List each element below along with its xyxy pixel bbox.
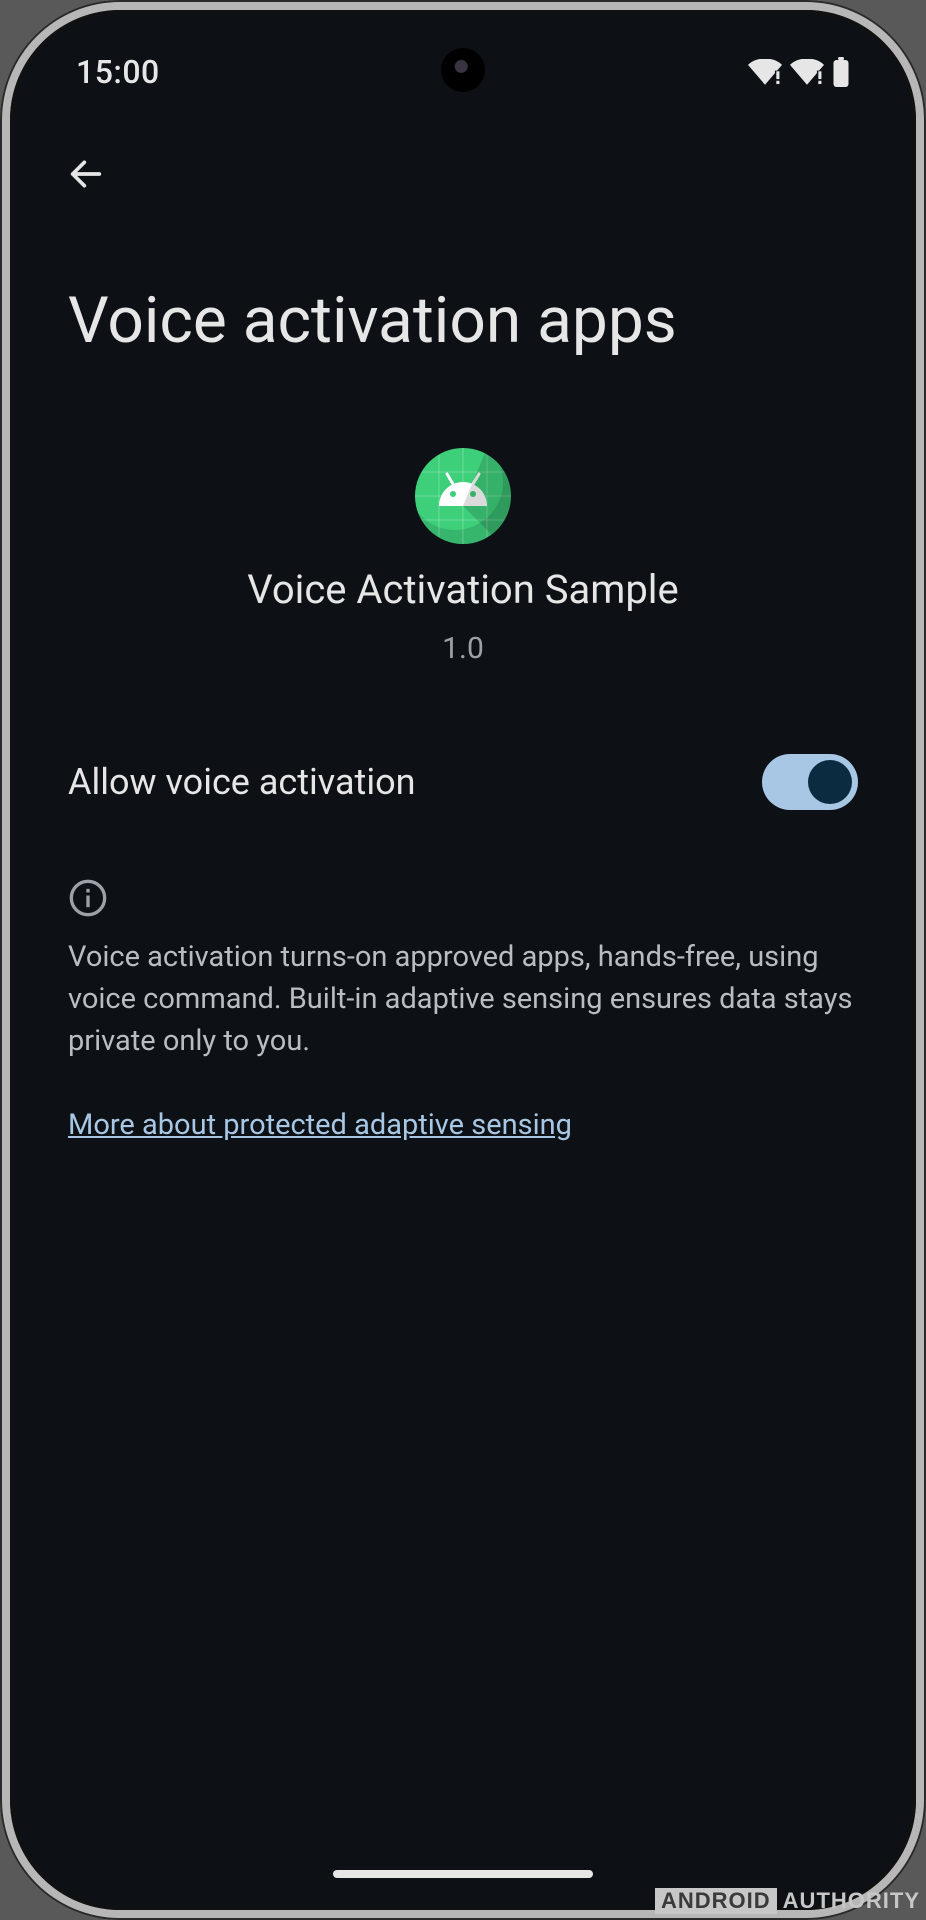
app-icon	[415, 448, 511, 544]
android-icon	[415, 448, 511, 544]
toggle-thumb	[808, 760, 852, 804]
app-version: 1.0	[442, 631, 484, 666]
status-icons-right	[748, 57, 850, 87]
app-bar	[24, 134, 902, 214]
watermark-brand-b: AUTHORITY	[783, 1888, 920, 1914]
setting-label: Allow voice activation	[68, 761, 415, 803]
info-icon	[68, 878, 108, 918]
info-text: Voice activation turns-on approved apps,…	[68, 936, 858, 1062]
app-header: Voice Activation Sample 1.0	[68, 448, 858, 666]
phone-bezel: 15:00	[10, 10, 916, 1910]
wifi-alert-icon	[748, 59, 782, 85]
phone-frame: 15:00	[0, 0, 926, 1920]
app-name: Voice Activation Sample	[247, 566, 678, 613]
watermark-brand-a: ANDROID	[655, 1888, 777, 1914]
content: Voice activation apps	[24, 284, 902, 1896]
front-camera	[445, 52, 481, 88]
back-button[interactable]	[58, 146, 114, 202]
learn-more-link[interactable]: More about protected adaptive sensing	[68, 1108, 572, 1142]
page-title: Voice activation apps	[68, 284, 858, 358]
wifi-alert-icon	[790, 59, 824, 85]
allow-voice-activation-row[interactable]: Allow voice activation	[68, 736, 858, 828]
gesture-nav-bar[interactable]	[333, 1870, 593, 1878]
screen: 15:00	[24, 24, 902, 1896]
arrow-back-icon	[66, 154, 106, 194]
watermark: ANDROID AUTHORITY	[655, 1888, 920, 1914]
allow-voice-activation-toggle[interactable]	[762, 754, 858, 810]
battery-icon	[832, 57, 850, 87]
status-time: 15:00	[76, 53, 160, 91]
